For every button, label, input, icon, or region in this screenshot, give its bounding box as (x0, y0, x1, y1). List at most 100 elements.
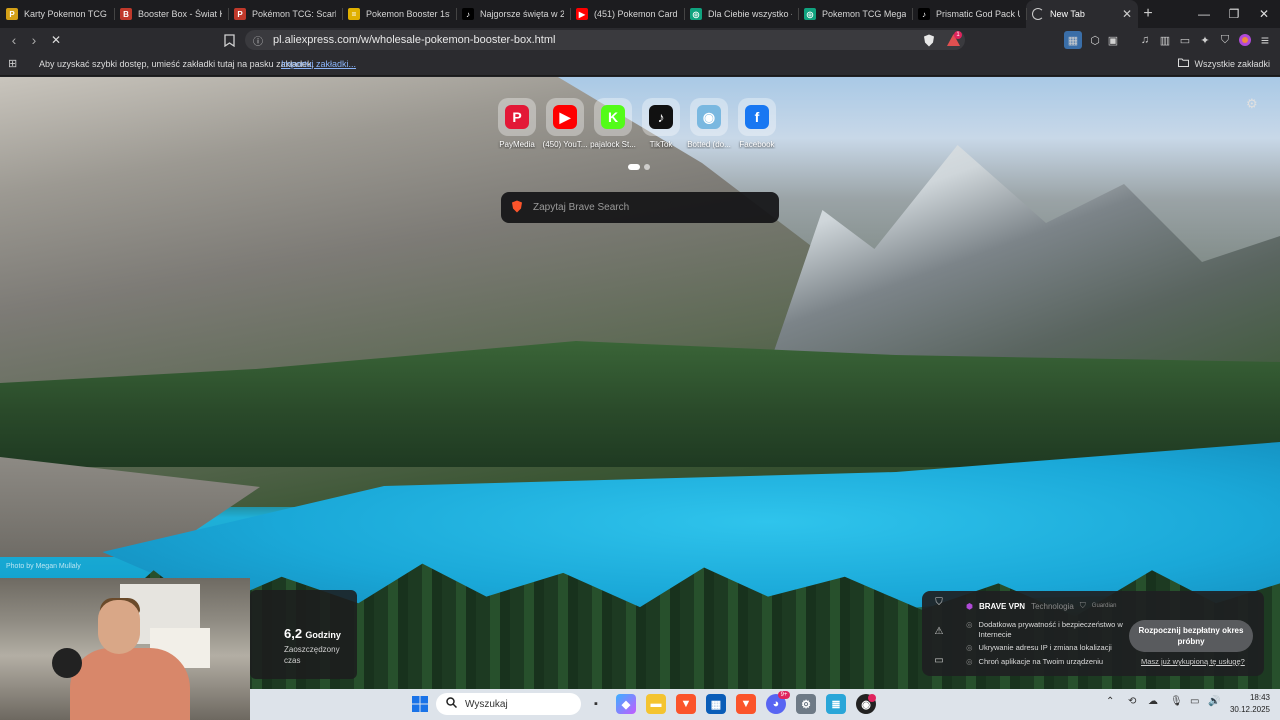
tray-sync-icon[interactable]: ⟲ (1128, 696, 1136, 707)
leo-ai-icon[interactable]: ✦ (1196, 31, 1214, 49)
vpn-trial-button[interactable]: Rozpocznij bezpłatny okres próbny (1129, 620, 1253, 652)
top-site-tile[interactable]: P PayMedia (497, 98, 537, 149)
tab-favicon-icon: ◎ (690, 8, 702, 20)
browser-tab[interactable]: B Booster Box - Świat Ka (114, 0, 228, 28)
brave-rewards-icon[interactable]: 1 (944, 31, 962, 49)
loading-spinner-icon (1032, 8, 1044, 20)
restore-button[interactable]: ❐ (1218, 0, 1250, 28)
top-site-label: pajalock St... (590, 140, 636, 149)
webcam-overlay (0, 578, 250, 720)
taskbar-clock[interactable]: 18:43 30.12.2025 (1226, 692, 1270, 716)
settings-gear-icon[interactable]: ⚙ (796, 694, 816, 714)
tab-title: Pokémon TCG: Scarlet (252, 9, 336, 19)
menu-hamburger-icon[interactable]: ≡ (1256, 31, 1274, 49)
site-info-icon[interactable]: ⓘ (253, 33, 263, 48)
browser-tab[interactable]: ▶ (451) Pokemon Card C (570, 0, 684, 28)
tray-chevron-icon[interactable]: ⌃ (1106, 696, 1114, 707)
customize-gear-icon[interactable]: ⚙ (1246, 96, 1258, 112)
tab-title: Pokemon Booster 1st E (366, 9, 450, 19)
notepad-icon[interactable]: ≣ (826, 694, 846, 714)
brave-active-icon[interactable]: ▼ (736, 694, 756, 714)
webcam-person-body (70, 648, 190, 720)
tab-title: Dla Ciebie wszystko - s (708, 9, 792, 19)
top-site-logo-icon: ♪ (649, 105, 673, 129)
bookmark-icon[interactable] (220, 31, 238, 49)
file-explorer-icon[interactable]: ▬ (646, 694, 666, 714)
copilot-icon[interactable]: ◆ (616, 694, 636, 714)
top-site-tile[interactable]: ♪ TikTok (641, 98, 681, 149)
top-site-tile[interactable]: Kpajalock St... (590, 98, 636, 149)
tab-title: Najgorsze święta w 20 (480, 9, 564, 19)
brave-search-box[interactable]: Zapytaj Brave Search (501, 192, 779, 223)
vpn-feature-text: Ukrywanie adresu IP i zmiana lokalizacji (978, 643, 1112, 652)
tab-favicon-icon: ♪ (918, 8, 930, 20)
vpn-rail-screen-icon[interactable]: ▭ (934, 655, 943, 666)
tray-mic-icon[interactable]: 🎙 (1170, 696, 1183, 707)
back-button[interactable]: ‹ (4, 28, 24, 52)
wallet-icon[interactable]: ▭ (1176, 31, 1194, 49)
vpn-logo-icon: ⬢ (966, 601, 973, 611)
browser-tab[interactable]: P Karty Pokemon TCG Bi (0, 0, 114, 28)
brave-lion-icon (511, 200, 523, 216)
vpn-brand: BRAVE VPN (978, 601, 1026, 611)
new-tab-button[interactable]: + (1138, 5, 1158, 23)
photo-credit[interactable]: Photo by Megan Mullaly (6, 563, 81, 570)
top-site-label: TikTok (649, 140, 673, 149)
vpn-shield-icon[interactable]: ⛉ (1216, 31, 1234, 49)
vpn-feature-text: Dodatkowa prywatność i bezpieczeństwo w … (978, 620, 1123, 639)
all-bookmarks-label: Wszystkie zakładki (1194, 58, 1270, 69)
obs-recording-badge (868, 694, 876, 702)
vpn-tech-label: Technologia (1031, 601, 1074, 611)
tab-title: (451) Pokemon Card C (594, 9, 678, 19)
top-site-logo-icon: f (745, 105, 769, 129)
pager-dot-1[interactable] (628, 164, 640, 170)
top-site-logo-icon: ▶ (553, 105, 577, 129)
browser-tab[interactable]: ♪ Najgorsze święta w 20 (456, 0, 570, 28)
minimize-button[interactable]: — (1188, 0, 1220, 28)
window-close-button[interactable]: ✕ (1248, 0, 1280, 28)
stop-loading-button[interactable]: ✕ (46, 28, 66, 52)
apps-grid-icon[interactable]: ⊞ (8, 57, 17, 70)
bookmarks-bar: ⊞ Aby uzyskać szybki dostęp, umieść zakł… (0, 52, 1280, 76)
vpn-rail-shield-icon[interactable]: ⛉ (935, 597, 943, 608)
browser-tab[interactable]: ♪ Prismatic God Pack Un (912, 0, 1026, 28)
vpn-already-purchased-link[interactable]: Masz już wykupioną tę usługę? (1141, 657, 1245, 666)
browser-tab[interactable]: ◎ Dla Ciebie wszystko - s (684, 0, 798, 28)
sidebar-toggle-icon[interactable]: ▥ (1156, 31, 1174, 49)
extensions-puzzle-icon[interactable]: ⬡ (1086, 31, 1104, 49)
top-site-tile[interactable]: ◉ Botted (do... (687, 98, 731, 149)
tray-network-icon[interactable]: ▭ (1190, 696, 1199, 707)
taskbar-search[interactable]: Wyszukaj (436, 693, 581, 715)
tab-new-tab-active[interactable]: New Tab ✕ (1026, 0, 1138, 28)
brave-taskbar-icon[interactable]: ▼ (676, 694, 696, 714)
windows-start-icon[interactable] (410, 694, 430, 714)
media-music-icon[interactable]: ♫ (1136, 31, 1154, 49)
address-bar[interactable]: ⓘ pl.aliexpress.com/w/wholesale-pokemon-… (245, 30, 965, 50)
store-icon[interactable]: ▦ (706, 694, 726, 714)
forward-button[interactable]: › (24, 28, 44, 52)
all-bookmarks-button[interactable]: Wszystkie zakładki (1178, 58, 1270, 69)
browser-tab[interactable]: = Pokemon Booster 1st E (342, 0, 456, 28)
extension-box-icon[interactable]: ▣ (1104, 31, 1122, 49)
tab-favicon-icon: ◎ (804, 8, 816, 20)
pager-dot-2[interactable] (644, 164, 650, 170)
browser-tab[interactable]: ◎ Pokemon TCG Mega E (798, 0, 912, 28)
top-site-icon-frame: K (594, 98, 632, 136)
clock-date: 30.12.2025 (1229, 705, 1270, 714)
search-placeholder: Zapytaj Brave Search (533, 202, 630, 213)
tray-cloud-icon[interactable]: ☁ (1148, 696, 1158, 707)
extension-news-icon[interactable]: ▦ (1064, 31, 1082, 49)
tab-title: Karty Pokemon TCG Bi (24, 9, 108, 19)
top-sites-pager[interactable] (628, 164, 650, 170)
brave-shields-icon[interactable] (920, 31, 938, 49)
vpn-partner-icon: ⛉ (1079, 601, 1086, 610)
top-site-tile[interactable]: ▶ (450) YouT... (543, 98, 587, 149)
browser-tab[interactable]: P Pokémon TCG: Scarlet (228, 0, 342, 28)
import-bookmarks-link[interactable]: Importuj zakładki... (281, 59, 356, 69)
vpn-rail-warning-icon[interactable]: ⚠ (935, 626, 944, 637)
task-view-icon[interactable]: ▪ (586, 694, 606, 714)
top-site-tile[interactable]: f Facebook (737, 98, 777, 149)
tab-close-icon[interactable]: ✕ (1122, 7, 1132, 21)
brave-profile-icon[interactable] (1236, 31, 1254, 49)
tray-volume-icon[interactable]: 🔊 (1208, 696, 1220, 707)
